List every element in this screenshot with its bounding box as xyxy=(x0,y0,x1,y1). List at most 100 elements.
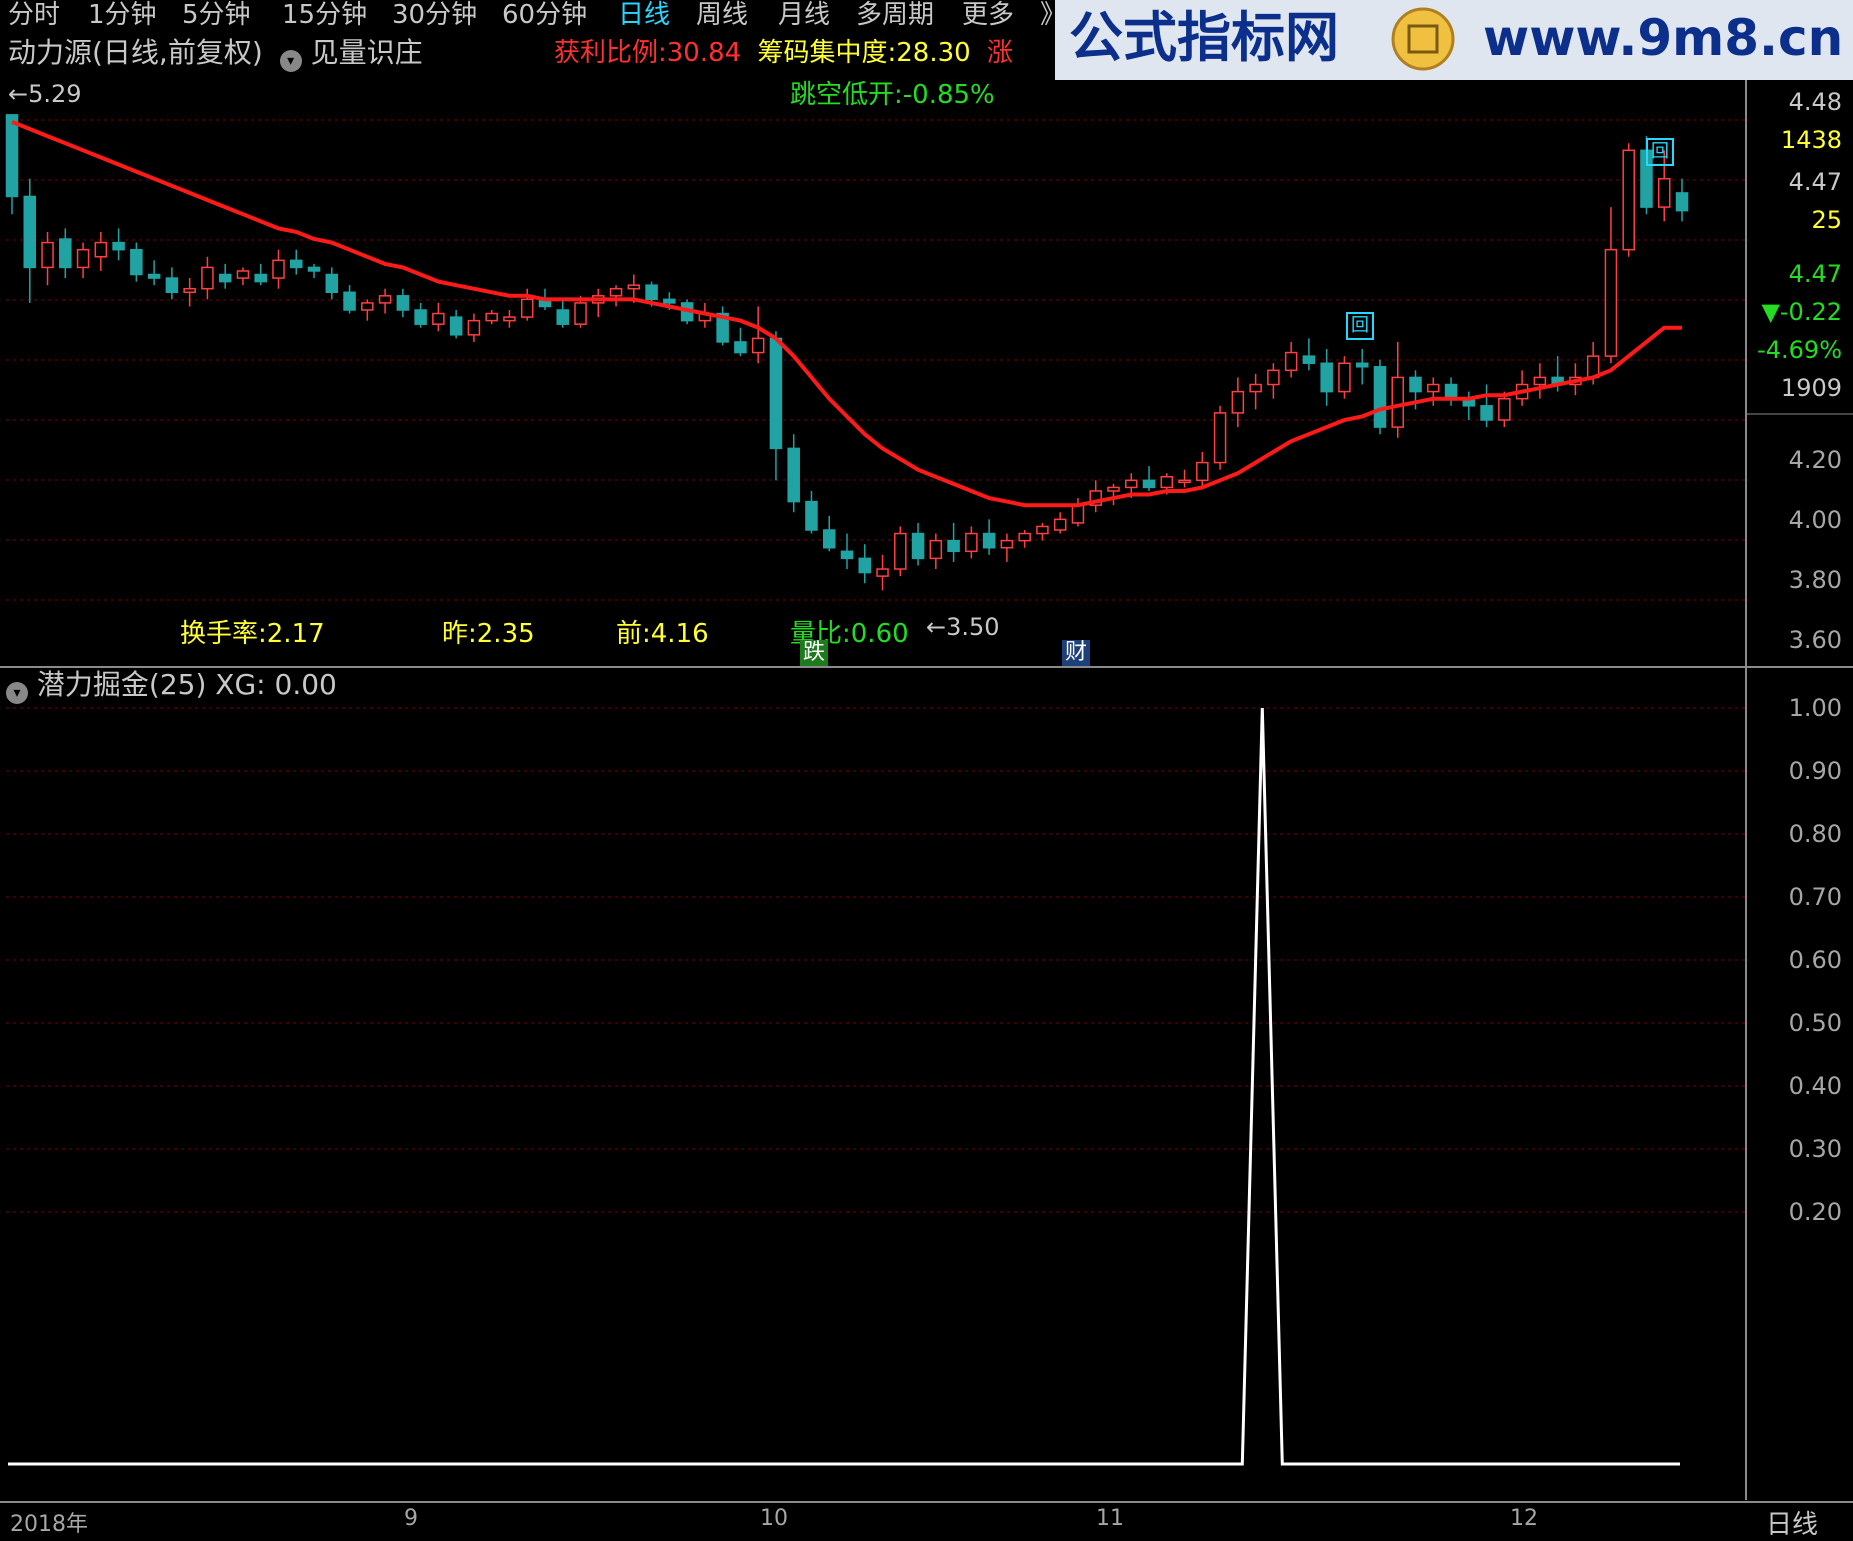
signal-mark-2: 回 xyxy=(1646,138,1674,166)
signal-mark-1: 回 xyxy=(1346,312,1374,340)
candle-body xyxy=(947,539,960,553)
yesterday-value: 2.35 xyxy=(476,619,535,649)
candle-body xyxy=(378,295,392,304)
sub-y-tick: 0.70 xyxy=(1788,883,1842,911)
price-tick: 3.80 xyxy=(1788,566,1842,594)
candle-body xyxy=(112,241,125,251)
candle-body xyxy=(1320,362,1333,393)
candle-body xyxy=(201,266,214,290)
candle-body xyxy=(769,337,783,450)
prev-value: 4.16 xyxy=(650,619,709,649)
event-finance-badge[interactable]: 财 xyxy=(1062,640,1090,666)
candle-body xyxy=(467,319,481,336)
candle-body xyxy=(1249,383,1262,393)
candle-body xyxy=(1373,366,1387,428)
candle-body xyxy=(1071,504,1085,524)
turnover-value: 2.17 xyxy=(266,619,325,649)
candle-body xyxy=(876,568,889,577)
price-tick: 4.00 xyxy=(1788,506,1842,534)
x-axis-label: 2018年 xyxy=(10,1512,88,1537)
candle-body xyxy=(1657,177,1671,208)
candle-body xyxy=(1018,532,1031,542)
candle-body xyxy=(1480,405,1493,421)
profit-ratio-value: 30.84 xyxy=(666,38,742,68)
low-price-marker: ←3.50 xyxy=(926,613,1000,641)
right-info-0: 4.48 xyxy=(1788,88,1842,116)
candle-body xyxy=(165,277,179,294)
period-label[interactable]: 日线 xyxy=(1766,1504,1818,1541)
candle-body xyxy=(1196,461,1209,482)
candle-body xyxy=(574,302,587,325)
candle-body xyxy=(1427,383,1440,393)
candle-body xyxy=(929,539,943,560)
sub-y-tick: 0.20 xyxy=(1788,1198,1842,1226)
collapse-icon[interactable]: ▾ xyxy=(6,682,28,704)
candle-body xyxy=(218,273,232,283)
candle-body xyxy=(627,284,641,290)
candle-body xyxy=(503,316,516,322)
xg-label: XG: xyxy=(215,668,266,701)
candle-body xyxy=(965,532,978,553)
candle-body xyxy=(1622,149,1635,251)
arrow-icon: ← xyxy=(8,80,29,108)
price-tick: 3.60 xyxy=(1788,626,1842,654)
right-info-7: 1909 xyxy=(1780,374,1842,402)
candle-body xyxy=(23,195,37,269)
candle-body xyxy=(894,532,907,570)
sub-y-tick: 1.00 xyxy=(1788,694,1842,722)
right-info-2: 4.47 xyxy=(1788,168,1842,196)
right-info-1: 1438 xyxy=(1780,126,1842,154)
candle-body xyxy=(1160,476,1174,489)
candle-body xyxy=(289,259,303,269)
ma-line xyxy=(11,120,1682,508)
event-fall-badge[interactable]: 跌 xyxy=(800,640,828,666)
kline-chart[interactable] xyxy=(0,0,1853,1529)
right-info-4: 4.47 xyxy=(1788,260,1842,288)
candle-body xyxy=(432,312,445,325)
prev-label: 前: xyxy=(616,619,651,649)
collapse-icon[interactable]: ▾ xyxy=(279,50,302,72)
candle-body xyxy=(1498,397,1511,421)
gap-value: -0.85% xyxy=(902,80,995,110)
candle-body xyxy=(5,114,19,198)
candle-body xyxy=(982,532,996,549)
gap-label: 跳空低开: xyxy=(790,80,903,110)
x-axis-label: 9 xyxy=(404,1506,418,1531)
candle-body xyxy=(556,309,570,325)
right-info-6: -4.69% xyxy=(1757,336,1842,364)
candle-body xyxy=(307,266,321,272)
turnover-label: 换手率: xyxy=(180,619,267,649)
candle-body xyxy=(1231,390,1245,414)
rise-label: 涨 xyxy=(986,38,1013,68)
candle-body xyxy=(1391,376,1405,428)
profit-ratio-label: 获利比例: xyxy=(554,38,667,68)
candle-body xyxy=(449,316,463,336)
candle-body xyxy=(1338,362,1351,393)
x-axis-label: 12 xyxy=(1510,1506,1538,1531)
candle-body xyxy=(59,238,72,269)
sub-indicator-title: ▾ 潜力掘金(25) XG: 0.00 xyxy=(6,668,337,704)
chip-conc-value: 28.30 xyxy=(896,38,971,68)
candle-body xyxy=(254,273,267,283)
candle-body xyxy=(645,284,658,301)
candle-body xyxy=(805,500,818,531)
candle-body xyxy=(911,532,925,560)
candle-body xyxy=(663,298,676,304)
candle-body xyxy=(343,291,356,311)
candle-body xyxy=(1124,479,1138,489)
right-info-3: 25 xyxy=(1811,206,1842,234)
price-tick: 4.20 xyxy=(1788,446,1842,474)
x-axis-label: 11 xyxy=(1096,1506,1124,1531)
candle-body xyxy=(183,287,196,294)
right-info-5: ▼-0.22 xyxy=(1761,298,1842,326)
sub-y-tick: 0.40 xyxy=(1788,1072,1842,1100)
arrow-icon: ← xyxy=(926,613,947,641)
candle-body xyxy=(520,298,534,318)
candle-body xyxy=(1533,376,1547,386)
turnover: 换手率:2.17 xyxy=(180,613,325,650)
candle-body xyxy=(609,287,623,297)
candle-body xyxy=(1355,362,1369,368)
candle-body xyxy=(1604,248,1618,357)
x-axis-label: 10 xyxy=(760,1506,788,1531)
high-price-value: 5.29 xyxy=(28,80,82,108)
